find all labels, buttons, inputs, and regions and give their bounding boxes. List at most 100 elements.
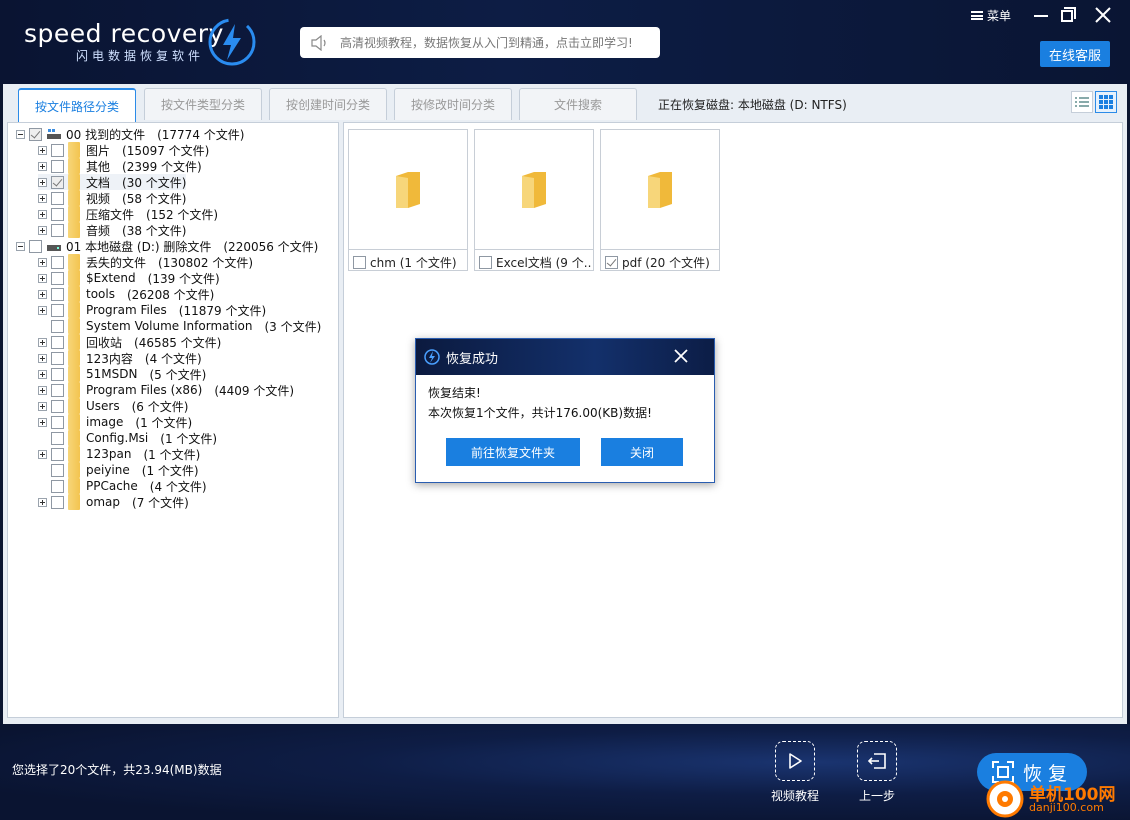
- checkbox[interactable]: [51, 191, 64, 205]
- checkbox[interactable]: [605, 256, 618, 269]
- expand-icon[interactable]: [38, 177, 47, 187]
- tree-node-selected[interactable]: 文档 (30 个文件): [38, 174, 187, 190]
- checkbox[interactable]: [51, 431, 64, 445]
- checkbox[interactable]: [51, 399, 64, 413]
- expand-icon[interactable]: [38, 273, 47, 283]
- checkbox[interactable]: [51, 351, 64, 365]
- checkbox[interactable]: [51, 415, 64, 429]
- expand-icon[interactable]: [38, 353, 47, 363]
- minimize-icon[interactable]: [1030, 4, 1052, 26]
- tree-node[interactable]: 视频 (58 个文件): [38, 190, 186, 206]
- tab-by-path[interactable]: 按文件路径分类: [18, 88, 136, 122]
- tree-node[interactable]: 音频 (38 个文件): [38, 222, 186, 238]
- expand-icon[interactable]: [38, 193, 47, 203]
- expand-icon[interactable]: [38, 145, 47, 155]
- dialog-close-icon[interactable]: [672, 347, 690, 365]
- prev-step-button[interactable]: 上一步: [857, 741, 897, 804]
- tree-node[interactable]: $Extend (139 个文件): [38, 270, 220, 286]
- checkbox[interactable]: [29, 127, 42, 141]
- video-tutorial-button[interactable]: 视频教程: [771, 741, 819, 804]
- collapse-icon[interactable]: [16, 129, 25, 139]
- menu-label: 菜单: [987, 9, 1012, 23]
- dialog-close-button[interactable]: 关闭: [601, 438, 683, 466]
- checkbox[interactable]: [51, 159, 64, 173]
- tree-node[interactable]: Users (6 个文件): [38, 398, 188, 414]
- expand-icon[interactable]: [38, 385, 47, 395]
- file-card-chm[interactable]: chm (1 个文件): [348, 129, 468, 271]
- checkbox[interactable]: [51, 287, 64, 301]
- checkbox[interactable]: [51, 255, 64, 269]
- checkbox[interactable]: [51, 319, 64, 333]
- checkbox[interactable]: [51, 447, 64, 461]
- expand-icon[interactable]: [38, 369, 47, 379]
- checkbox[interactable]: [51, 335, 64, 349]
- tree-node-local-disk[interactable]: 01 本地磁盘 (D:) 删除文件 (220056 个文件): [16, 238, 318, 254]
- checkbox[interactable]: [51, 367, 64, 381]
- expand-icon[interactable]: [38, 305, 47, 315]
- tree-node[interactable]: 51MSDN (5 个文件): [38, 366, 206, 382]
- checkbox[interactable]: [51, 207, 64, 221]
- checkbox[interactable]: [51, 143, 64, 157]
- collapse-icon[interactable]: [16, 241, 25, 251]
- expand-icon[interactable]: [38, 225, 47, 235]
- hamburger-icon: [971, 11, 983, 20]
- tree-node[interactable]: 其他 (2399 个文件): [38, 158, 202, 174]
- tree-node[interactable]: tools (26208 个文件): [38, 286, 214, 302]
- tree-node-found-files[interactable]: 00 找到的文件 (17774 个文件): [16, 126, 244, 142]
- expand-icon[interactable]: [38, 401, 47, 411]
- tab-by-type[interactable]: 按文件类型分类: [144, 88, 262, 120]
- tree-node[interactable]: 回收站 (46585 个文件): [38, 334, 221, 350]
- expand-icon[interactable]: [38, 449, 47, 459]
- dialog-title-bar: 恢复成功: [416, 339, 714, 375]
- tree-node[interactable]: System Volume Information (3 个文件): [38, 318, 321, 334]
- grid-view-button[interactable]: [1095, 91, 1117, 113]
- tree-node[interactable]: PPCache (4 个文件): [38, 478, 207, 494]
- open-recovery-folder-button[interactable]: 前往恢复文件夹: [446, 438, 580, 466]
- checkbox[interactable]: [51, 495, 64, 509]
- file-card-excel[interactable]: Excel文档 (9 个...: [474, 129, 594, 271]
- menu-button[interactable]: 菜单: [971, 7, 1011, 24]
- tree-node[interactable]: 123pan (1 个文件): [38, 446, 200, 462]
- folder-icon: [68, 190, 80, 206]
- folder-icon: [68, 366, 80, 382]
- checkbox[interactable]: [479, 256, 492, 269]
- checkbox[interactable]: [51, 271, 64, 285]
- checkbox[interactable]: [51, 303, 64, 317]
- expand-icon[interactable]: [38, 337, 47, 347]
- expand-icon[interactable]: [38, 209, 47, 219]
- file-card-pdf[interactable]: pdf (20 个文件): [600, 129, 720, 271]
- tutorial-notice-bar[interactable]: 高清视频教程，数据恢复从入门到精通，点击立即学习!: [300, 27, 660, 58]
- checkbox[interactable]: [51, 479, 64, 493]
- checkbox[interactable]: [51, 223, 64, 237]
- checkbox[interactable]: [51, 463, 64, 477]
- tree-node[interactable]: peiyine (1 个文件): [38, 462, 199, 478]
- close-icon[interactable]: [1092, 4, 1114, 26]
- expand-icon[interactable]: [38, 161, 47, 171]
- tree-node[interactable]: image (1 个文件): [38, 414, 192, 430]
- checkbox[interactable]: [353, 256, 366, 269]
- maximize-icon[interactable]: [1058, 4, 1080, 26]
- folder-tree[interactable]: 00 找到的文件 (17774 个文件) 图片 (15097 个文件) 其他 (23…: [7, 122, 339, 718]
- checkbox[interactable]: [51, 175, 64, 189]
- dialog-body: 恢复结束! 本次恢复1个文件，共计176.00(KB)数据!: [416, 375, 714, 431]
- tree-node[interactable]: Program Files (x86) (4409 个文件): [38, 382, 294, 398]
- tree-node[interactable]: Config.Msi (1 个文件): [38, 430, 217, 446]
- checkbox[interactable]: [29, 239, 42, 253]
- tab-file-search[interactable]: 文件搜索: [519, 88, 637, 120]
- dialog-message-line2: 本次恢复1个文件，共计176.00(KB)数据!: [428, 406, 652, 420]
- expand-icon[interactable]: [38, 257, 47, 267]
- checkbox[interactable]: [51, 383, 64, 397]
- tree-node[interactable]: omap (7 个文件): [38, 494, 189, 510]
- expand-icon[interactable]: [38, 497, 47, 507]
- online-service-button[interactable]: 在线客服: [1040, 41, 1110, 67]
- list-view-button[interactable]: [1071, 91, 1093, 113]
- tree-node[interactable]: 压缩文件 (152 个文件): [38, 206, 218, 222]
- tab-by-created-time[interactable]: 按创建时间分类: [269, 88, 387, 120]
- expand-icon[interactable]: [38, 289, 47, 299]
- tree-node[interactable]: 图片 (15097 个文件): [38, 142, 209, 158]
- tree-node[interactable]: 123内容 (4 个文件): [38, 350, 202, 366]
- expand-icon[interactable]: [38, 417, 47, 427]
- tree-node[interactable]: 丢失的文件 (130802 个文件): [38, 254, 253, 270]
- tab-by-modified-time[interactable]: 按修改时间分类: [394, 88, 512, 120]
- tree-node[interactable]: Program Files (11879 个文件): [38, 302, 266, 318]
